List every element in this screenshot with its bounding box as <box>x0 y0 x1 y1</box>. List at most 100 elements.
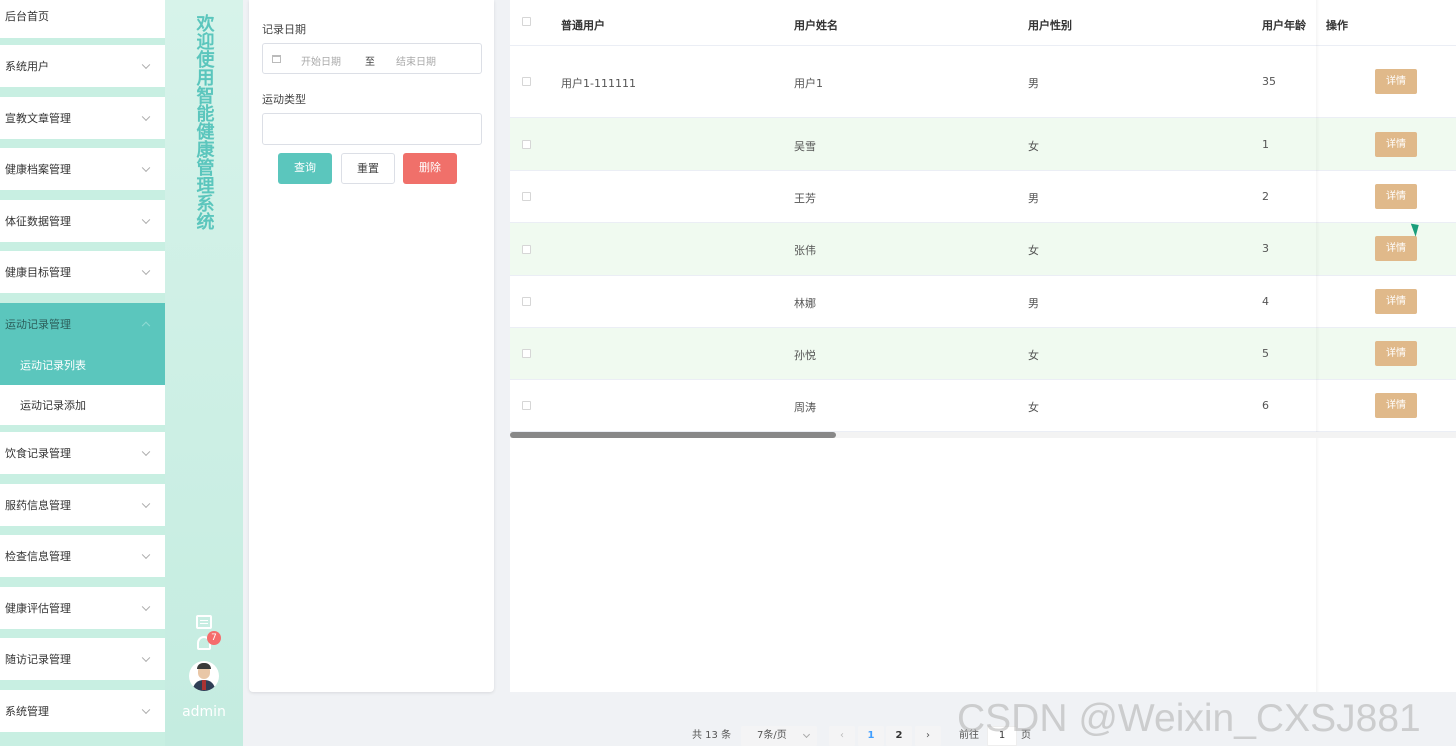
calendar-icon <box>272 55 281 63</box>
sidebar-subitem-label: 运动记录添加 <box>20 399 86 412</box>
sidebar-item-label: 后台首页 <box>5 10 49 23</box>
row-checkbox[interactable] <box>522 77 531 86</box>
row-checkbox[interactable] <box>522 245 531 254</box>
sidebar-item-label: 运动记录管理 <box>5 318 71 331</box>
cell-account: 用户1-111111 <box>561 77 636 90</box>
sidebar-item-label: 系统管理 <box>5 705 49 718</box>
column-header-account: 普通用户 <box>561 19 605 32</box>
sidebar-item-label: 系统用户 <box>5 60 49 73</box>
page-size-select[interactable]: 7条/页 <box>741 726 817 746</box>
chevron-down-icon <box>141 112 151 122</box>
chevron-down-icon <box>141 499 151 509</box>
detail-button[interactable]: 详情 <box>1375 393 1417 418</box>
message-icon[interactable] <box>196 615 212 629</box>
sidebar-item-articles[interactable]: 宣教文章管理 <box>0 97 165 139</box>
sidebar-item-exercise-records[interactable]: 运动记录管理 <box>0 303 165 345</box>
cell-gender: 男 <box>1028 297 1039 310</box>
date-start-input[interactable]: 开始日期 <box>301 53 341 68</box>
search-panel: 记录日期 开始日期 至 结束日期 运动类型 查询 重置 删除 <box>249 0 494 692</box>
chevron-down-icon <box>141 602 151 612</box>
chevron-up-icon <box>141 321 151 331</box>
cell-age: 6 <box>1262 399 1269 412</box>
cell-name: 王芳 <box>794 192 816 205</box>
cell-name: 周涛 <box>794 401 816 414</box>
date-end-input[interactable]: 结束日期 <box>396 53 436 68</box>
date-range-picker[interactable]: 开始日期 至 结束日期 <box>262 43 482 74</box>
sidebar-item-follow-ups[interactable]: 随访记录管理 <box>0 638 165 680</box>
page-size-value: 7条/页 <box>757 730 787 741</box>
next-page-button[interactable]: › <box>915 726 941 746</box>
sidebar-subitem-label: 运动记录列表 <box>20 359 86 372</box>
cell-age: 35 <box>1262 75 1276 88</box>
cell-age: 1 <box>1262 138 1269 151</box>
select-all-checkbox[interactable] <box>522 17 531 26</box>
sidebar-item-system-settings[interactable]: 系统管理 <box>0 690 165 732</box>
column-header-age: 用户年龄 <box>1262 19 1306 32</box>
sidebar-subitem-exercise-list[interactable]: 运动记录列表 <box>0 345 165 385</box>
exercise-type-input[interactable] <box>262 113 482 145</box>
row-checkbox[interactable] <box>522 401 531 410</box>
cell-name: 林娜 <box>794 297 816 310</box>
sidebar-item-label: 健康目标管理 <box>5 266 71 279</box>
sidebar-item-label: 体征数据管理 <box>5 215 71 228</box>
welcome-panel: 欢迎使用智能健康管理系统 <box>165 0 243 746</box>
data-table: 普通用户 用户姓名 用户性别 用户年龄 操作 用户1-111111 用户1 男 … <box>510 0 1456 692</box>
detail-button[interactable]: 详情 <box>1375 236 1417 261</box>
delete-button[interactable]: 删除 <box>403 153 457 184</box>
sidebar-item-examinations[interactable]: 检查信息管理 <box>0 535 165 577</box>
avatar[interactable] <box>189 661 219 691</box>
table-row: 周涛 女 6 详情 <box>510 380 1456 432</box>
sidebar-item-label: 饮食记录管理 <box>5 447 71 460</box>
username: admin <box>182 704 226 720</box>
cell-gender: 女 <box>1028 244 1039 257</box>
cell-name: 张伟 <box>794 244 816 257</box>
cell-gender: 女 <box>1028 349 1039 362</box>
chevron-down-icon <box>802 730 811 739</box>
date-separator: 至 <box>365 57 375 68</box>
detail-button[interactable]: 详情 <box>1375 132 1417 157</box>
reset-button[interactable]: 重置 <box>341 153 395 184</box>
horizontal-scrollbar-thumb[interactable] <box>510 432 836 438</box>
sidebar-item-home[interactable]: 后台首页 <box>0 0 165 38</box>
sidebar-item-health-records[interactable]: 健康档案管理 <box>0 148 165 190</box>
row-checkbox[interactable] <box>522 297 531 306</box>
prev-page-button[interactable]: ‹ <box>829 726 855 746</box>
detail-button[interactable]: 详情 <box>1375 184 1417 209</box>
column-header-gender: 用户性别 <box>1028 19 1072 32</box>
page-button-2[interactable]: 2 <box>886 726 912 746</box>
page-button-1[interactable]: 1 <box>858 726 884 746</box>
cell-age: 5 <box>1262 347 1269 360</box>
detail-button[interactable]: 详情 <box>1375 341 1417 366</box>
cell-gender: 女 <box>1028 140 1039 153</box>
sidebar-item-diet-records[interactable]: 饮食记录管理 <box>0 432 165 474</box>
date-label: 记录日期 <box>262 23 306 36</box>
chevron-down-icon <box>141 215 151 225</box>
chevron-down-icon <box>141 266 151 276</box>
detail-button[interactable]: 详情 <box>1375 289 1417 314</box>
table-row: 孙悦 女 5 详情 <box>510 328 1456 380</box>
chevron-down-icon <box>141 163 151 173</box>
sidebar-subitem-exercise-add[interactable]: 运动记录添加 <box>0 385 165 425</box>
sidebar-item-health-goals[interactable]: 健康目标管理 <box>0 251 165 293</box>
welcome-title: 欢迎使用智能健康管理系统 <box>193 14 215 230</box>
sidebar-item-system-users[interactable]: 系统用户 <box>0 45 165 87</box>
fixed-column-divider <box>1316 0 1320 692</box>
row-checkbox[interactable] <box>522 140 531 149</box>
table-header: 普通用户 用户姓名 用户性别 用户年龄 操作 <box>510 0 1456 46</box>
cell-name: 吴雪 <box>794 140 816 153</box>
sidebar-item-label: 健康评估管理 <box>5 602 71 615</box>
cell-age: 4 <box>1262 295 1269 308</box>
sidebar-item-medication[interactable]: 服药信息管理 <box>0 484 165 526</box>
sidebar-item-assessments[interactable]: 健康评估管理 <box>0 587 165 629</box>
sidebar-item-vital-signs[interactable]: 体征数据管理 <box>0 200 165 242</box>
detail-button[interactable]: 详情 <box>1375 69 1417 94</box>
sidebar-item-label: 健康档案管理 <box>5 163 71 176</box>
query-button[interactable]: 查询 <box>278 153 332 184</box>
chevron-down-icon <box>141 705 151 715</box>
row-checkbox[interactable] <box>522 192 531 201</box>
table-row: 用户1-111111 用户1 男 35 详情 <box>510 46 1456 118</box>
row-checkbox[interactable] <box>522 349 531 358</box>
cell-gender: 男 <box>1028 192 1039 205</box>
chevron-down-icon <box>141 653 151 663</box>
cell-gender: 女 <box>1028 401 1039 414</box>
